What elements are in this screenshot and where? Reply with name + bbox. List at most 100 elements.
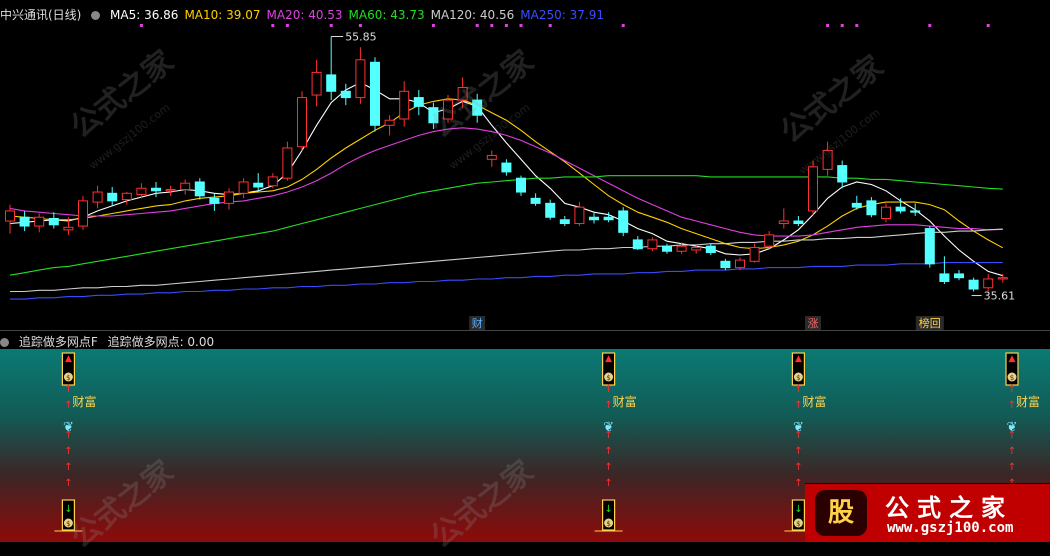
up-arrow-icon: ↑ [794, 400, 802, 411]
candle-up [647, 239, 658, 250]
candle-down [851, 202, 862, 208]
candle-up [297, 97, 307, 148]
indicator-header: 追踪做多网点F 追踪做多网点: 0.00 [0, 333, 220, 350]
up-arrow-icon: ↑ [604, 478, 612, 489]
candle-up [735, 259, 745, 269]
ma-line-ma5 [9, 81, 1003, 277]
candle-down [194, 181, 205, 197]
indicator-name[interactable]: 追踪做多网点F [19, 335, 98, 349]
candle-up [443, 99, 453, 120]
candle-up [881, 206, 891, 219]
up-arrow-icon: ▲ [795, 354, 802, 364]
candle-down [793, 220, 804, 225]
up-arrow-icon: ▲ [65, 354, 72, 364]
up-arrow-icon: ▲ [1009, 354, 1016, 364]
top-dot-marker [548, 24, 552, 27]
candle-up [822, 149, 833, 170]
butterfly-icon: ❦ [603, 420, 614, 435]
candle-down [559, 219, 570, 225]
butterfly-icon: ❦ [1007, 420, 1018, 435]
candle-up [63, 226, 74, 231]
candle-up [983, 278, 994, 289]
up-arrow-icon: ↑ [64, 462, 72, 473]
candle-up [311, 71, 322, 96]
candle-up [282, 147, 293, 179]
top-dot-marker [986, 24, 990, 27]
top-dot-marker [285, 24, 289, 27]
candle-up [355, 59, 366, 99]
candle-down [968, 279, 979, 290]
top-dot-marker [490, 24, 494, 27]
candle-down [530, 197, 541, 204]
up-arrow-icon: ↑ [1008, 384, 1016, 395]
down-arrow-icon: ↓ [794, 504, 802, 515]
money-bag-symbol: $ [66, 520, 70, 528]
candle-down [545, 202, 556, 218]
money-bag-symbol: $ [796, 520, 800, 528]
candle-down [340, 90, 351, 99]
candle-down [428, 107, 439, 124]
money-bag-symbol: $ [1010, 374, 1014, 382]
signal-label: 财富 [613, 394, 637, 409]
candle-up [180, 182, 191, 191]
up-arrow-icon: ▲ [605, 354, 612, 364]
top-dot-marker [826, 24, 830, 27]
event-marker-text: 涨 [808, 317, 819, 330]
candle-up [165, 189, 176, 192]
candle-down [705, 245, 716, 254]
top-dot-marker [621, 24, 625, 27]
up-arrow-icon: ↑ [604, 384, 612, 395]
candle-down [253, 182, 264, 188]
money-bag-symbol: $ [606, 520, 610, 528]
up-arrow-icon: ↑ [64, 400, 72, 411]
top-dot-marker [358, 24, 362, 27]
candle-up [676, 245, 687, 252]
candle-up [691, 246, 702, 251]
brand-name: 公式之家 [885, 493, 1013, 522]
panel-divider [0, 330, 1050, 331]
candle-up [808, 166, 818, 212]
top-dot-marker [519, 24, 523, 27]
candle-up [764, 234, 775, 247]
top-dot-marker [855, 24, 859, 27]
candle-down [954, 273, 964, 279]
candle-up [457, 86, 468, 101]
top-dot-marker [504, 24, 508, 27]
indicator-settings-icon[interactable] [0, 338, 9, 347]
main-chart[interactable]: 55.8535.61财涨榜回▲$↑↑↑↑↑↑财富❦↓$▲$↑↑↑↑↑↑财富❦↓$… [0, 0, 1050, 542]
down-arrow-icon: ↓ [604, 504, 612, 515]
up-arrow-icon: ↑ [794, 462, 802, 473]
money-bag-symbol: $ [796, 374, 800, 382]
up-arrow-icon: ↑ [794, 478, 802, 489]
butterfly-icon: ❦ [63, 420, 74, 435]
down-arrow-icon: ↓ [64, 504, 72, 515]
low-label: 35.61 [984, 290, 1016, 303]
candle-down [516, 177, 526, 193]
candle-up [267, 176, 278, 187]
signal-label: 财富 [802, 394, 826, 409]
candle-down [618, 210, 629, 233]
bull-logo-icon: 股 [815, 490, 867, 536]
top-dot-marker [840, 24, 844, 27]
candle-up [399, 90, 410, 120]
up-arrow-icon: ↑ [1008, 400, 1016, 411]
event-marker-text: 财 [472, 316, 483, 330]
candle-up [34, 216, 45, 227]
brand-url: www.gszj100.com [887, 520, 1014, 536]
candle-down [107, 192, 118, 202]
top-dot-marker [271, 24, 275, 27]
butterfly-icon: ❦ [793, 420, 804, 435]
candle-down [939, 273, 950, 282]
candle-up [749, 246, 760, 262]
candle-up [92, 191, 103, 203]
ma-line-ma20 [9, 127, 1003, 237]
top-dot-marker [475, 24, 479, 27]
candle-up [997, 277, 1008, 280]
top-dot-marker [139, 24, 143, 27]
candle-down [413, 97, 424, 107]
up-arrow-icon: ↑ [604, 462, 612, 473]
candle-down [603, 216, 614, 221]
candle-down [866, 200, 877, 216]
candle-down [19, 216, 30, 227]
high-label: 55.85 [345, 30, 377, 43]
